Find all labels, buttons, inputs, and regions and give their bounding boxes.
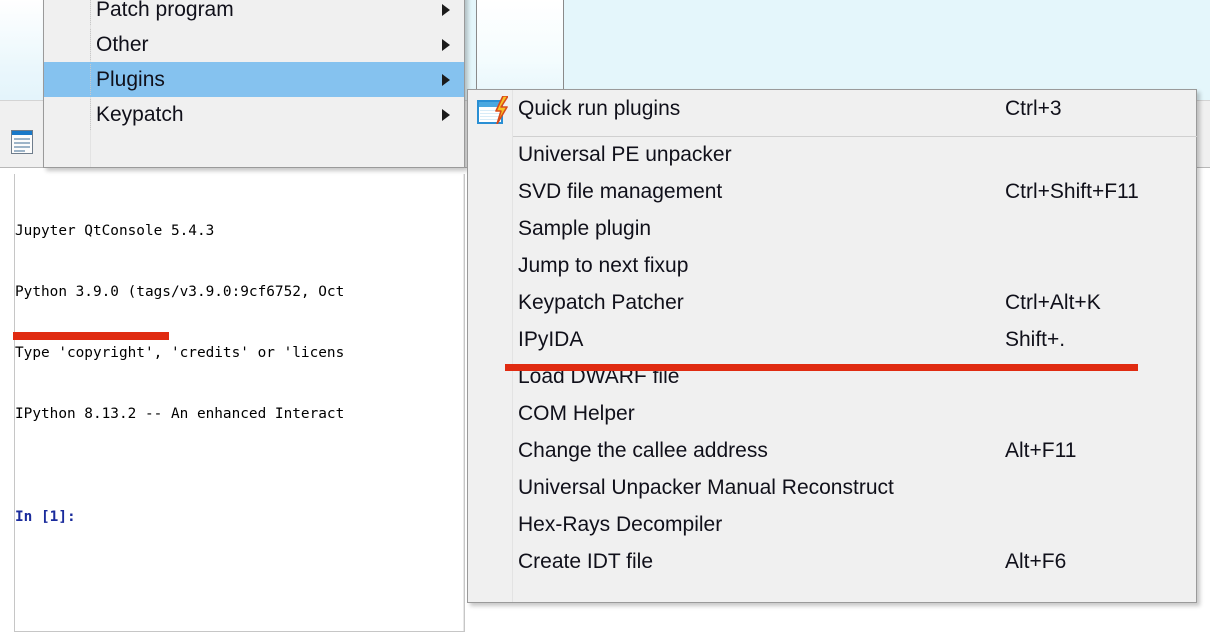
document-line (14, 150, 25, 152)
annotation-underline-ipyida (505, 364, 1138, 371)
submenu-item-label: Keypatch Patcher (518, 291, 684, 315)
document-line (14, 146, 30, 148)
submenu-item-label: Sample plugin (518, 217, 651, 241)
document-line (14, 142, 30, 144)
menu-item-keypatch[interactable]: Keypatch (44, 97, 464, 132)
chevron-right-icon (442, 4, 450, 16)
ida-graph-node (476, 0, 564, 100)
submenu-item-label: Create IDT file (518, 550, 653, 574)
chevron-right-icon (442, 74, 450, 86)
submenu-item-shortcut: Ctrl+3 (1005, 97, 1062, 121)
jupyter-qtconsole-panel[interactable]: Jupyter QtConsole 5.4.3 Python 3.9.0 (ta… (14, 174, 465, 632)
submenu-item-label: COM Helper (518, 402, 635, 426)
submenu-item-shortcut: Ctrl+Shift+F11 (1005, 180, 1139, 204)
console-input-prompt[interactable]: In [1]: (15, 507, 465, 527)
plugins-submenu-popup[interactable]: Quick run plugins Ctrl+3 Universal PE un… (467, 89, 1197, 603)
menu-item-label: Keypatch (96, 103, 184, 127)
chevron-right-icon (442, 109, 450, 121)
submenu-item-shortcut: Ctrl+Alt+K (1005, 291, 1101, 315)
submenu-item-label: Change the callee address (518, 439, 768, 463)
submenu-item-shortcut: Alt+F11 (1005, 439, 1076, 463)
submenu-item-label: Universal Unpacker Manual Reconstruct (518, 476, 894, 500)
lightning-bolt-icon (494, 96, 508, 124)
submenu-item-keypatch-patcher[interactable]: Keypatch Patcher Ctrl+Alt+K (468, 284, 1196, 321)
submenu-item-universal-unpacker-manual-reconstruct[interactable]: Universal Unpacker Manual Reconstruct (468, 469, 1196, 506)
submenu-item-jump-to-next-fixup[interactable]: Jump to next fixup (468, 247, 1196, 284)
menu-item-patch-program[interactable]: Patch program (44, 0, 464, 27)
document-titlebar (12, 131, 32, 135)
submenu-item-shortcut: Alt+F6 (1005, 550, 1066, 574)
submenu-item-svd-file-management[interactable]: SVD file management Ctrl+Shift+F11 (468, 173, 1196, 210)
submenu-item-label: IPyIDA (518, 328, 583, 352)
submenu-item-label: Jump to next fixup (518, 254, 688, 278)
document-list-icon[interactable] (11, 130, 33, 154)
console-scrollbar[interactable] (463, 174, 464, 631)
submenu-item-label: SVD file management (518, 180, 722, 204)
menu-item-label: Patch program (96, 0, 234, 22)
console-output: Jupyter QtConsole 5.4.3 Python 3.9.0 (ta… (15, 180, 465, 568)
submenu-item-change-callee-address[interactable]: Change the callee address Alt+F11 (468, 432, 1196, 469)
submenu-item-create-idt-file[interactable]: Create IDT file Alt+F6 (468, 543, 1196, 580)
submenu-item-universal-pe-unpacker[interactable]: Universal PE unpacker (468, 136, 1196, 173)
submenu-item-label: Hex-Rays Decompiler (518, 513, 722, 537)
submenu-item-com-helper[interactable]: COM Helper (468, 395, 1196, 432)
menu-gutter-divider (90, 0, 92, 25)
console-line: Jupyter QtConsole 5.4.3 (15, 221, 465, 241)
submenu-item-quick-run-plugins[interactable]: Quick run plugins Ctrl+3 (468, 90, 1196, 127)
submenu-item-label: Universal PE unpacker (518, 143, 732, 167)
submenu-item-label: Quick run plugins (518, 97, 680, 121)
console-line: Python 3.9.0 (tags/v3.9.0:9cf6752, Oct (15, 282, 465, 302)
console-line: IPython 8.13.2 -- An enhanced Interact (15, 404, 465, 424)
submenu-item-hex-rays-decompiler[interactable]: Hex-Rays Decompiler (468, 506, 1196, 543)
quick-run-icon (477, 98, 507, 125)
submenu-item-sample-plugin[interactable]: Sample plugin (468, 210, 1196, 247)
menu-gutter-divider (90, 29, 92, 60)
menu-item-plugins[interactable]: Plugins (44, 62, 464, 97)
menu-item-other[interactable]: Other (44, 27, 464, 62)
chevron-right-icon (442, 39, 450, 51)
document-line (14, 138, 30, 140)
menu-gutter-divider (90, 64, 92, 95)
console-line: Type 'copyright', 'credits' or 'licens (15, 343, 465, 363)
submenu-item-shortcut: Shift+. (1005, 328, 1065, 352)
edit-menu-popup[interactable]: Functions Patch program Other Plugins Ke… (43, 0, 465, 168)
menu-item-label: Plugins (96, 68, 165, 92)
menu-gutter-divider (90, 99, 92, 130)
annotation-underline-console-prompt (13, 332, 169, 340)
menu-item-label: Other (96, 33, 149, 57)
submenu-item-ipyida[interactable]: IPyIDA Shift+. (468, 321, 1196, 358)
